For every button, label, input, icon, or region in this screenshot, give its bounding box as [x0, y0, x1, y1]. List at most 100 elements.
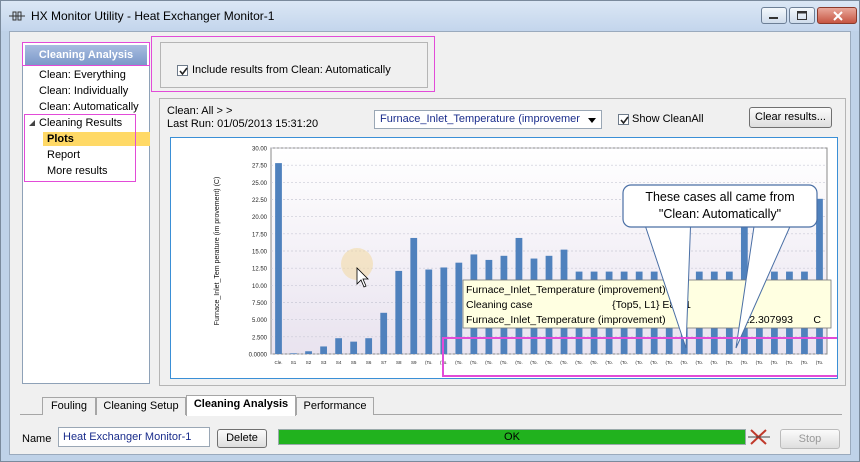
status-text: OK	[504, 431, 520, 443]
tree-item-clean-individually[interactable]: Clean: Individually	[39, 84, 128, 98]
tree-item-clean-everything[interactable]: Clean: Everything	[39, 68, 126, 82]
title-bar[interactable]: HX Monitor Utility - Heat Exchanger Moni…	[1, 1, 859, 31]
chevron-down-icon	[588, 118, 596, 123]
tooltip-title: Furnace_Inlet_Temperature (improvement)	[466, 284, 666, 296]
checkmark-icon	[620, 116, 629, 125]
close-button[interactable]	[817, 7, 857, 24]
bar[interactable]	[335, 338, 343, 354]
y-tick-label: 27.50	[252, 164, 268, 170]
analysis-tree: Cleaning Analysis Clean: Everything Clea…	[22, 42, 150, 384]
tooltip-metric-unit: C	[813, 314, 821, 326]
x-tick-label: (To.	[545, 360, 553, 365]
x-tick-label: (To.	[605, 360, 613, 365]
bar[interactable]	[320, 346, 327, 354]
x-tick-label: (To.	[425, 360, 433, 365]
delete-button[interactable]: Delete	[217, 429, 267, 448]
bar[interactable]	[410, 237, 418, 354]
bar[interactable]	[350, 341, 358, 354]
status-progress-bar: OK	[278, 429, 746, 445]
minimize-icon	[769, 17, 778, 19]
cancel-cross-icon[interactable]	[748, 427, 770, 447]
bar[interactable]	[380, 312, 388, 354]
tab-cleaning-analysis[interactable]: Cleaning Analysis	[186, 395, 296, 416]
tooltip-case-label: Cleaning case	[466, 299, 533, 311]
maximize-button[interactable]	[789, 7, 815, 24]
callout-text: These cases all came from	[645, 190, 794, 204]
x-tick-label: (To.	[650, 360, 658, 365]
name-field-value: Heat Exchanger Monitor-1	[63, 431, 192, 443]
y-tick-label: 25.00	[252, 181, 268, 187]
maximize-icon	[797, 11, 807, 20]
x-tick-label: S3	[321, 360, 327, 365]
bar[interactable]	[395, 270, 403, 354]
x-tick-label: (To.	[575, 360, 583, 365]
tab-cleaning-setup[interactable]: Cleaning Setup	[96, 397, 186, 415]
x-tick-label: (To.	[696, 360, 704, 365]
y-tick-label: 0.0000	[249, 353, 268, 359]
bar[interactable]	[365, 338, 373, 354]
x-tick-label: (To.	[635, 360, 643, 365]
stop-button[interactable]: Stop	[780, 429, 840, 449]
x-tick-label: (To.	[711, 360, 719, 365]
variable-select-value: Furnace_Inlet_Temperature (improvemer	[380, 113, 580, 125]
clean-all-link[interactable]: Clean: All > >	[167, 105, 232, 117]
show-cleanall-checkbox[interactable]	[618, 114, 629, 125]
variable-select[interactable]: Furnace_Inlet_Temperature (improvemer	[374, 110, 602, 129]
x-tick-label: (To.	[665, 360, 673, 365]
client-area: Cleaning Analysis Clean: Everything Clea…	[9, 31, 851, 455]
last-run-text: Last Run: 01/05/2013 15:31:20	[167, 118, 319, 130]
name-field[interactable]: Heat Exchanger Monitor-1	[58, 427, 210, 447]
y-tick-label: 15.00	[252, 250, 268, 256]
x-tick-label: (To.	[530, 360, 538, 365]
y-tick-label: 22.50	[252, 198, 268, 204]
x-tick-label: (To.	[485, 360, 493, 365]
x-tick-label: (To.	[816, 360, 824, 365]
x-tick-label: (To.	[680, 360, 688, 365]
y-tick-label: 10.00	[252, 284, 268, 290]
x-tick-label: (To.	[756, 360, 764, 365]
y-tick-label: 17.50	[252, 232, 268, 238]
x-tick-label: S7	[381, 360, 387, 365]
results-highlight-frame	[24, 114, 136, 182]
y-tick-label: 30.00	[252, 147, 268, 153]
x-tick-label: S4	[336, 360, 342, 365]
x-tick-label: S6	[366, 360, 372, 365]
bar-chart[interactable]: 0.0000 2.500 5.000 7.500 10.00 12.50 15.00 17.5…	[171, 138, 837, 378]
x-tick-label: (To.	[741, 360, 749, 365]
x-tick-label: (To.	[515, 360, 523, 365]
x-tick-label: (To.	[620, 360, 628, 365]
bar[interactable]	[455, 262, 463, 354]
bar[interactable]	[290, 353, 297, 354]
app-icon	[9, 11, 25, 21]
x-tick-label: (To.	[801, 360, 809, 365]
y-axis-label: Furnace_Inlet_Tem perature (im provement…	[214, 177, 221, 326]
tree-item-clean-automatically[interactable]: Clean: Automatically	[39, 100, 139, 114]
tab-fouling[interactable]: Fouling	[42, 397, 96, 415]
x-tick-label: (To.	[470, 360, 478, 365]
tooltip-metric-label: Furnace_Inlet_Temperature (improvement)	[466, 314, 666, 326]
chart-frame: 0.0000 2.500 5.000 7.500 10.00 12.50 15.00 17.5…	[170, 137, 838, 379]
bar[interactable]	[305, 351, 312, 354]
x-tick-label: (To.	[771, 360, 779, 365]
tab-performance[interactable]: Performance	[296, 397, 374, 415]
x-tick-label: S2	[306, 360, 312, 365]
callout-text: "Clean: Automatically"	[659, 207, 781, 221]
bar[interactable]	[275, 163, 282, 354]
x-tick-label: (To.	[726, 360, 734, 365]
x-tick-label: Cle.	[275, 360, 283, 365]
x-tick-label: S5	[351, 360, 357, 365]
bar[interactable]	[425, 269, 433, 354]
y-tick-label: 2.500	[252, 335, 268, 341]
name-label: Name	[22, 433, 52, 445]
x-tick-label: S8	[396, 360, 402, 365]
plot-panel: Clean: All > > Last Run: 01/05/2013 15:3…	[159, 98, 846, 386]
y-tick-label: 5.000	[252, 318, 268, 324]
clear-results-button[interactable]: Clear results...	[749, 107, 832, 128]
main-window: HX Monitor Utility - Heat Exchanger Moni…	[0, 0, 860, 462]
minimize-button[interactable]	[761, 7, 787, 24]
x-tick-label: S1	[291, 360, 297, 365]
y-tick-label: 7.500	[252, 301, 268, 307]
x-tick-label: (To.	[590, 360, 598, 365]
y-tick-label: 20.00	[252, 215, 268, 221]
bar[interactable]	[816, 198, 823, 354]
